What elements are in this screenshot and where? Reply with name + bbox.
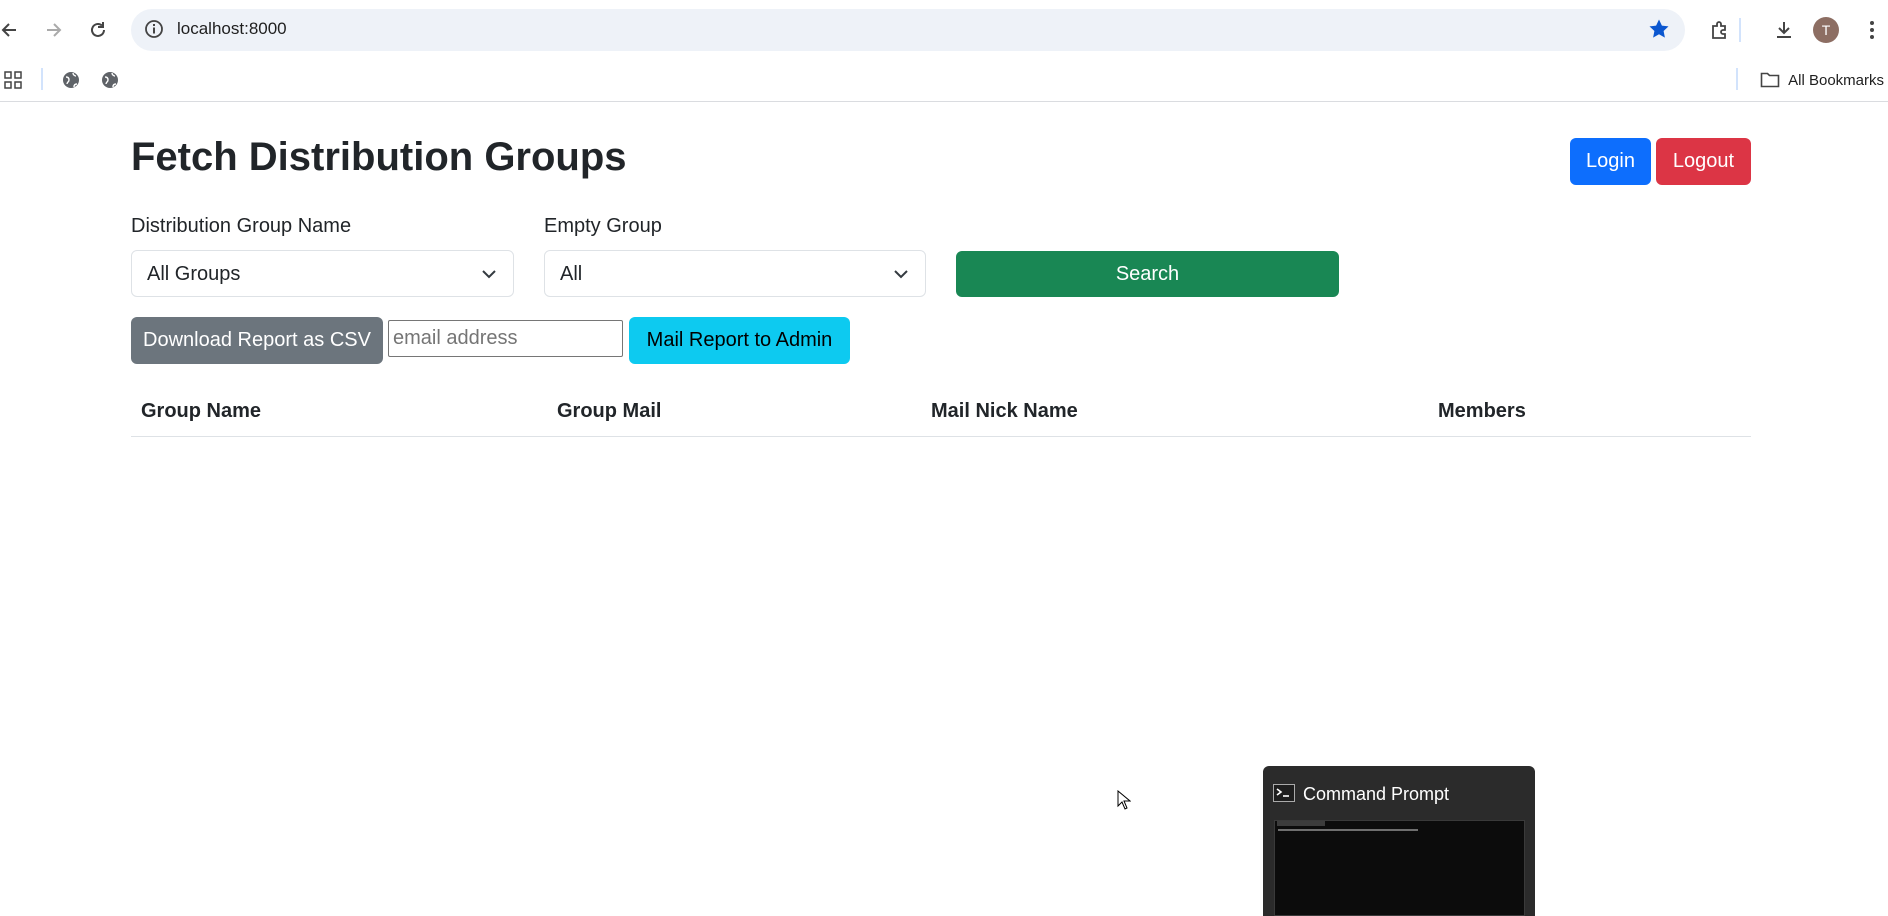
bookmarks-bar: All Bookmarks — [0, 58, 1888, 102]
toolbar-divider — [1739, 18, 1741, 42]
url-text[interactable]: localhost:8000 — [177, 19, 287, 39]
folder-icon — [1760, 72, 1780, 88]
globe-icon — [63, 72, 79, 88]
chevron-down-icon — [894, 270, 908, 279]
all-bookmarks-button[interactable]: All Bookmarks — [1760, 66, 1884, 94]
address-bar[interactable]: localhost:8000 — [131, 9, 1685, 51]
apps-grid-icon — [4, 71, 22, 89]
arrow-right-icon — [47, 23, 62, 37]
logout-button[interactable]: Logout — [1656, 138, 1751, 185]
mouse-cursor-icon — [1117, 790, 1131, 810]
reload-icon — [91, 22, 105, 37]
command-prompt-preview[interactable]: Command Prompt — [1263, 766, 1535, 916]
apps-button[interactable] — [4, 66, 22, 94]
mail-report-button[interactable]: Mail Report to Admin — [629, 317, 850, 364]
terminal-icon — [1273, 784, 1295, 802]
forward-button[interactable] — [37, 14, 69, 46]
column-header-group-mail: Group Mail — [547, 390, 921, 437]
empty-group-select[interactable]: All — [544, 250, 926, 297]
bookmarks-divider — [1736, 68, 1738, 90]
group-name-label: Distribution Group Name — [131, 215, 352, 237]
column-header-mail-nick-name: Mail Nick Name — [921, 390, 1428, 437]
group-name-selected-value: All Groups — [147, 263, 241, 285]
bookmark-item[interactable] — [61, 66, 81, 94]
site-info-icon[interactable] — [143, 18, 165, 45]
login-button[interactable]: Login — [1570, 138, 1651, 185]
browser-toolbar: localhost:8000 T — [0, 0, 1888, 58]
groups-table: Group Name Group Mail Mail Nick Name Mem… — [131, 390, 1751, 437]
page-content: Fetch Distribution Groups Login Logout D… — [0, 103, 1888, 916]
avatar[interactable]: T — [1813, 17, 1839, 43]
chevron-down-icon — [482, 270, 496, 279]
empty-group-selected-value: All — [560, 263, 583, 285]
empty-group-label: Empty Group — [544, 215, 662, 237]
kebab-menu-icon — [1870, 21, 1874, 39]
page-title: Fetch Distribution Groups — [131, 135, 627, 179]
email-input[interactable] — [388, 320, 623, 357]
download-csv-button[interactable]: Download Report as CSV — [131, 317, 383, 364]
extensions-button[interactable] — [1704, 14, 1736, 46]
group-name-select[interactable]: All Groups — [131, 250, 514, 297]
arrow-left-icon — [1, 23, 16, 37]
menu-button[interactable] — [1856, 14, 1888, 46]
preview-thumbnail — [1274, 820, 1525, 916]
globe-icon — [102, 72, 118, 88]
column-header-members: Members — [1428, 390, 1751, 437]
bookmarks-divider — [41, 68, 43, 90]
bookmark-star-icon[interactable] — [1647, 17, 1671, 46]
puzzle-icon — [1712, 21, 1726, 39]
column-header-group-name: Group Name — [131, 390, 547, 437]
preview-title: Command Prompt — [1303, 784, 1450, 804]
search-button[interactable]: Search — [956, 251, 1339, 297]
thumbnail-text-line — [1278, 829, 1418, 831]
download-icon — [1777, 22, 1791, 38]
thumbnail-tab — [1277, 821, 1325, 826]
all-bookmarks-label: All Bookmarks — [1788, 71, 1884, 89]
reload-button[interactable] — [82, 14, 114, 46]
bookmark-item[interactable] — [100, 66, 120, 94]
table-header-row: Group Name Group Mail Mail Nick Name Mem… — [131, 390, 1751, 437]
back-button[interactable] — [0, 14, 26, 46]
downloads-button[interactable] — [1768, 14, 1800, 46]
